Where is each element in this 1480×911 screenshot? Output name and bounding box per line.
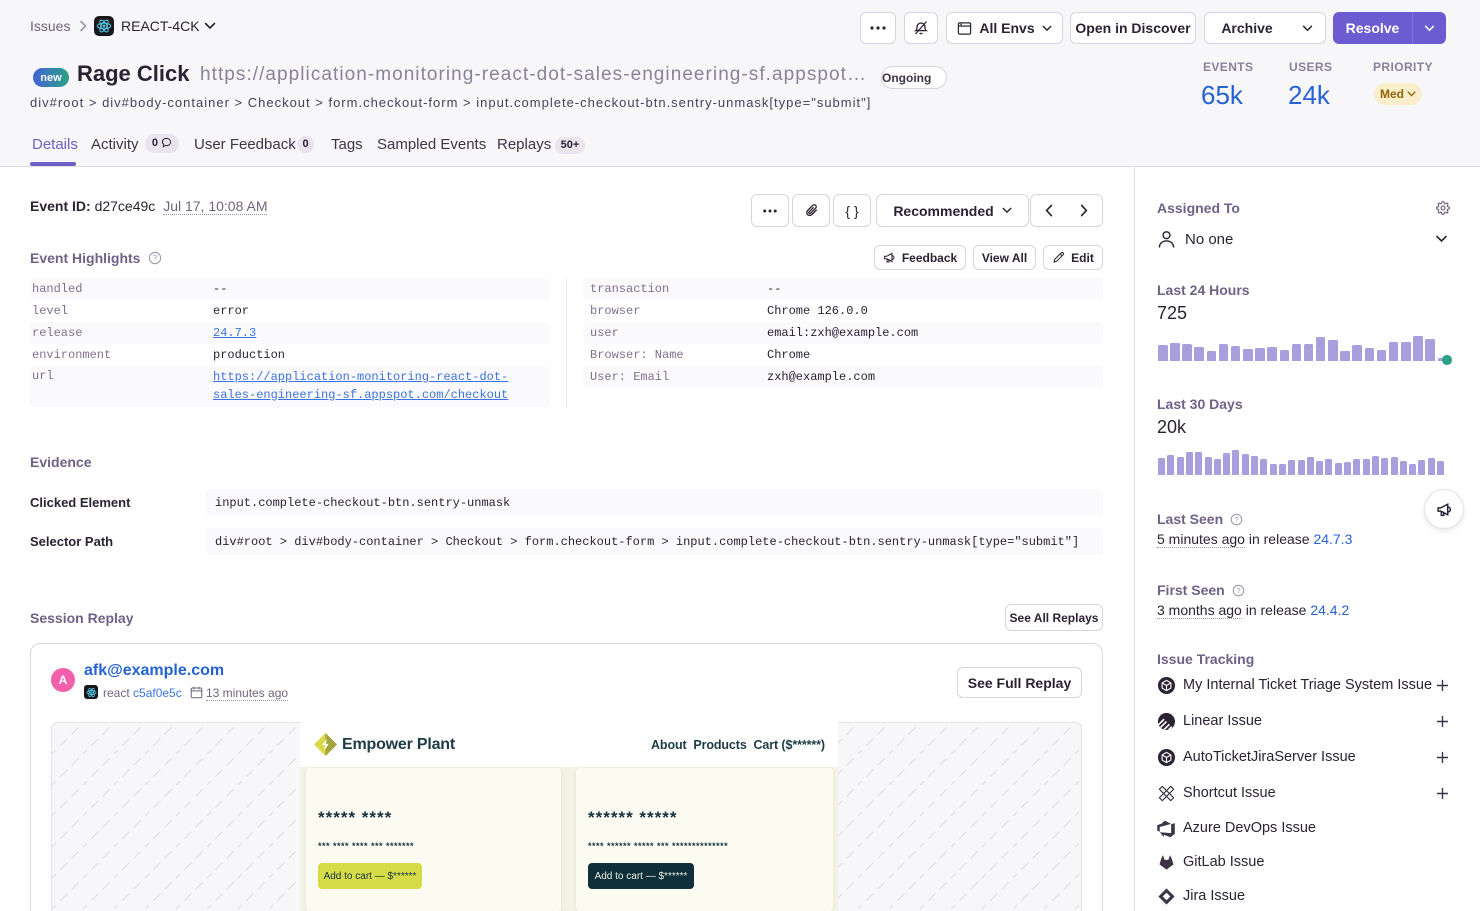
svg-text:?: ? — [1236, 586, 1240, 595]
svg-text:?: ? — [1235, 515, 1239, 524]
svg-text:?: ? — [153, 254, 158, 263]
